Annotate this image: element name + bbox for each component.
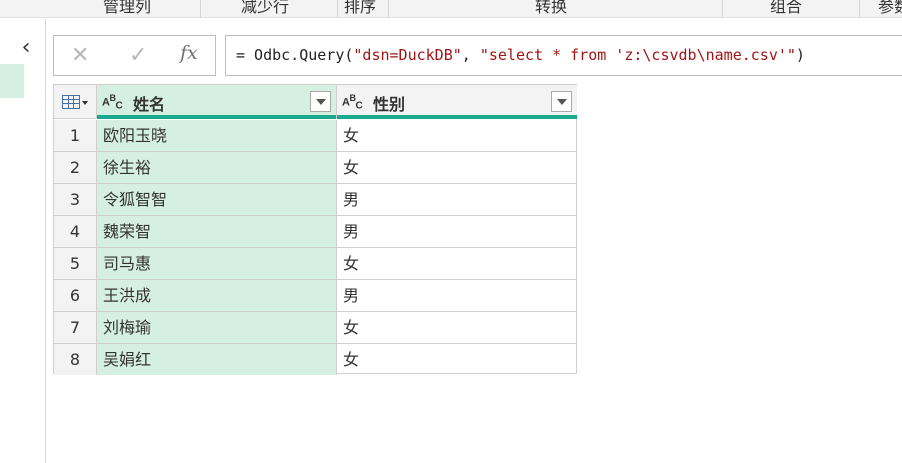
filter-dropdown-button[interactable] [310,91,331,112]
cell-gender[interactable]: 男 [337,216,576,247]
table-row: 4 魏荣智 男 [54,216,576,248]
row-number: 3 [54,184,97,215]
cell-gender[interactable]: 女 [337,312,576,343]
table-row: 7 刘梅瑜 女 [54,312,576,344]
ribbon-parameters[interactable]: 参数 [878,0,902,17]
cell-gender[interactable]: 女 [337,152,576,183]
ribbon-reduce-rows[interactable]: 减少行 [241,0,289,17]
cell-name[interactable]: 欧阳玉晓 [97,120,337,151]
row-number: 4 [54,216,97,247]
formula-bar-buttons: ✕ ✓ fx [53,35,216,76]
cell-name[interactable]: 司马惠 [97,248,337,279]
cell-gender[interactable]: 女 [337,344,576,375]
ribbon-separator [859,0,860,18]
cell-name[interactable]: 吴娟红 [97,344,337,375]
formula-prefix: = Odbc.Query( [236,46,354,64]
ribbon-separator [337,0,338,18]
chevron-left-icon[interactable]: ‹ [16,37,36,59]
table-menu-cell [54,85,97,119]
row-number: 2 [54,152,97,183]
queries-pane: ‹ [0,19,46,463]
column-quality-bar [337,115,577,119]
text-type-icon[interactable]: ABC [102,93,123,112]
cell-gender[interactable]: 男 [337,184,576,215]
table-row: 3 令狐智智 男 [54,184,576,216]
caret-down-icon[interactable] [82,101,88,105]
cell-name[interactable]: 令狐智智 [97,184,337,215]
selected-query-item[interactable] [0,64,24,98]
fx-icon[interactable]: fx [180,42,198,64]
table-row: 5 司马惠 女 [54,248,576,280]
formula-arg-dsn: "dsn=DuckDB" [353,46,462,64]
data-grid: ABC 姓名 ABC 性别 1 欧阳玉晓 女 2 徐生裕 女 3 令狐智智 男 … [53,84,577,376]
cancel-icon[interactable]: ✕ [71,43,89,68]
table-icon[interactable] [62,95,80,109]
row-number: 5 [54,248,97,279]
table-row: 6 王洪成 男 [54,280,576,312]
ribbon-separator [388,0,389,18]
formula-separator: , [461,46,480,64]
row-number: 1 [54,120,97,151]
column-header-label: 姓名 [133,95,166,114]
filter-dropdown-button[interactable] [551,91,572,112]
ribbon-manage-columns[interactable]: 管理列 [103,0,151,17]
ribbon-sort[interactable]: 排序 [344,0,376,17]
row-number: 8 [54,344,97,375]
table-row: 2 徐生裕 女 [54,152,576,184]
ribbon-separator [200,0,201,18]
row-number: 6 [54,280,97,311]
table-row: 8 吴娟红 女 [54,344,576,376]
formula-input[interactable]: = Odbc.Query("dsn=DuckDB", "select * fro… [225,35,902,76]
table-row: 1 欧阳玉晓 女 [54,120,576,152]
row-number: 7 [54,312,97,343]
column-header-name[interactable]: ABC 姓名 [97,85,337,119]
ribbon-separator [722,0,723,18]
column-quality-bar [97,115,336,119]
ribbon: 管理列 减少行 排序 转换 组合 参数 [0,0,902,18]
cell-gender[interactable]: 女 [337,248,576,279]
cell-gender[interactable]: 女 [337,120,576,151]
column-header-gender[interactable]: ABC 性别 [337,85,577,119]
ribbon-combine[interactable]: 组合 [770,0,802,17]
cell-name[interactable]: 刘梅瑜 [97,312,337,343]
cell-name[interactable]: 王洪成 [97,280,337,311]
checkmark-icon[interactable]: ✓ [129,43,147,68]
text-type-icon[interactable]: ABC [342,93,363,112]
column-header-label: 性别 [373,95,406,114]
cell-name[interactable]: 徐生裕 [97,152,337,183]
cell-name[interactable]: 魏荣智 [97,216,337,247]
formula-arg-sql: "select * from 'z:\csvdb\name.csv'" [479,46,796,64]
formula-suffix: ) [795,46,805,64]
ribbon-transform[interactable]: 转换 [535,0,567,17]
cell-gender[interactable]: 男 [337,280,576,311]
